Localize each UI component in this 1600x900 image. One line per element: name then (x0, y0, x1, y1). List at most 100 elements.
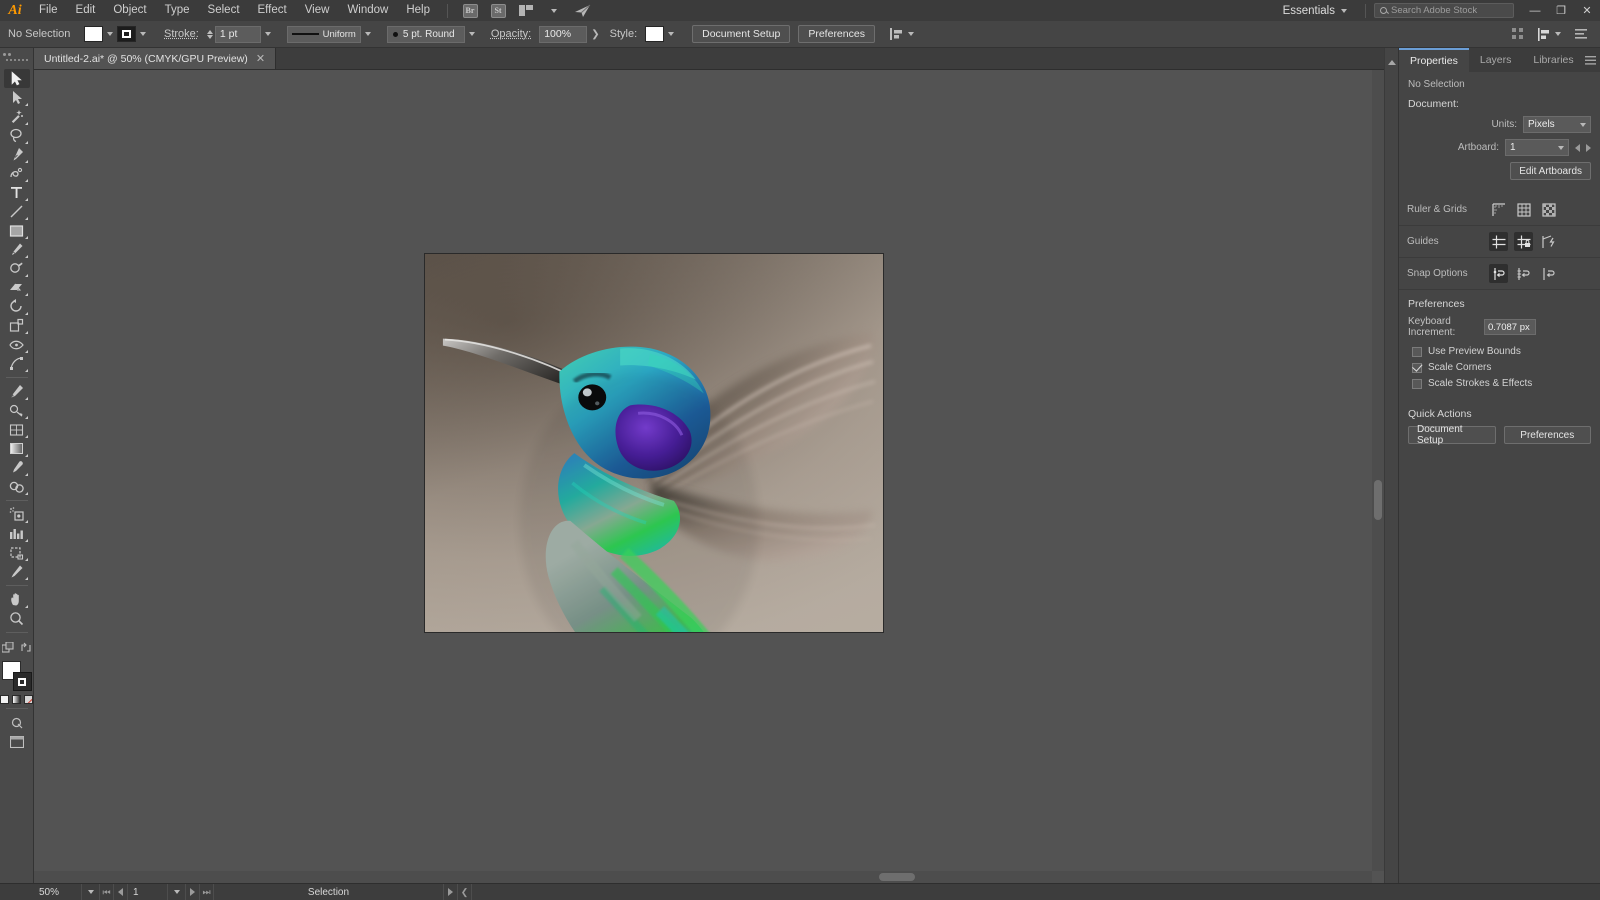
next-artboard-button[interactable] (1586, 144, 1591, 152)
smart-guides-icon[interactable] (1539, 232, 1558, 251)
eyedropper-tool[interactable] (4, 458, 30, 477)
show-guides-icon[interactable] (1489, 232, 1508, 251)
menu-type[interactable]: Type (156, 0, 199, 21)
keyboard-increment-input[interactable]: 0.7087 px (1484, 319, 1536, 335)
perspective-grid-tool[interactable] (4, 401, 30, 420)
edit-artboards-button[interactable]: Edit Artboards (1510, 162, 1591, 180)
toolbar-grip[interactable] (0, 50, 34, 59)
scale-strokes-effects-checkbox[interactable] (1412, 379, 1422, 389)
panel-menu-button[interactable] (1571, 25, 1590, 44)
show-rulers-icon[interactable] (1489, 200, 1508, 219)
horizontal-scrollbar[interactable] (34, 871, 1372, 883)
graphic-style-swatch[interactable] (645, 26, 664, 42)
pen-tool[interactable] (4, 145, 30, 164)
color-swatch-button[interactable] (0, 695, 9, 704)
align-options[interactable] (889, 27, 914, 41)
symbol-sprayer-tool[interactable] (4, 505, 30, 524)
type-tool[interactable] (4, 183, 30, 202)
brush-definition-selector[interactable]: 5 pt. Round (387, 26, 465, 43)
line-segment-tool[interactable] (4, 202, 30, 221)
menu-view[interactable]: View (296, 0, 339, 21)
menu-help[interactable]: Help (397, 0, 439, 21)
slice-tool[interactable] (4, 562, 30, 581)
scale-tool[interactable] (4, 316, 30, 335)
hand-tool[interactable] (4, 590, 30, 609)
vertical-scrollbar[interactable] (1372, 70, 1384, 871)
artboard-select[interactable]: 1 (1505, 139, 1569, 156)
edit-toolbar-button[interactable] (2, 642, 14, 657)
width-tool[interactable] (4, 335, 30, 354)
workspace-switcher[interactable]: Essentials (1273, 5, 1357, 17)
menu-edit[interactable]: Edit (67, 0, 105, 21)
snap-to-grid-icon[interactable] (1514, 264, 1533, 283)
zoom-level-field[interactable]: 50% (34, 884, 82, 900)
maximize-restore-button[interactable]: ❐ (1548, 0, 1574, 21)
stroke-weight-dropdown[interactable] (261, 26, 275, 42)
gradient-tool[interactable] (4, 439, 30, 458)
direct-selection-tool[interactable] (4, 88, 30, 107)
adobe-stock-search[interactable]: Search Adobe Stock (1374, 3, 1514, 18)
stroke-profile-selector[interactable]: Uniform (287, 26, 361, 43)
previous-artboard-button[interactable] (114, 884, 128, 900)
close-document-icon[interactable]: ✕ (256, 52, 265, 65)
close-window-button[interactable]: ✕ (1574, 0, 1600, 21)
use-preview-bounds-row[interactable]: Use Preview Bounds (1408, 346, 1591, 357)
snap-to-pixel-icon[interactable] (1539, 264, 1558, 283)
status-collapse-button[interactable]: ❮ (458, 884, 472, 900)
selection-tool[interactable] (4, 69, 30, 88)
menu-effect[interactable]: Effect (249, 0, 296, 21)
none-swatch-button[interactable] (24, 695, 33, 704)
stroke-color-swatch[interactable] (117, 26, 136, 42)
panel-options-button[interactable] (1585, 48, 1600, 72)
scale-strokes-effects-row[interactable]: Scale Strokes & Effects (1408, 378, 1591, 389)
tab-libraries[interactable]: Libraries (1522, 48, 1584, 72)
preferences-button[interactable]: Preferences (798, 25, 875, 43)
minimize-button[interactable]: — (1522, 0, 1548, 21)
zoom-level-dropdown[interactable] (82, 884, 100, 900)
snap-to-point-icon[interactable] (1489, 264, 1508, 283)
lasso-tool[interactable] (4, 126, 30, 145)
stroke-weight-stepper[interactable] (207, 30, 213, 39)
tab-layers[interactable]: Layers (1469, 48, 1523, 72)
artboard-number-dropdown[interactable] (168, 884, 186, 900)
graphic-style-dropdown[interactable] (664, 26, 678, 42)
arrange-documents-button[interactable] (515, 3, 537, 19)
tab-properties[interactable]: Properties (1399, 48, 1469, 72)
gradient-swatch-button[interactable] (12, 695, 21, 704)
vertical-scroll-thumb[interactable] (1374, 480, 1382, 520)
paintbrush-tool[interactable] (4, 240, 30, 259)
stroke-profile-dropdown[interactable] (361, 26, 375, 42)
fill-dropdown[interactable] (103, 26, 117, 42)
menu-file[interactable]: File (30, 0, 67, 21)
shaper-tool[interactable] (4, 259, 30, 278)
toolbar-handle[interactable] (5, 59, 29, 67)
arrange-dropdown[interactable] (543, 3, 565, 19)
column-graph-tool[interactable] (4, 524, 30, 543)
opacity-input[interactable]: 100% (539, 26, 587, 43)
artboard-tool[interactable] (4, 543, 30, 562)
shape-builder-tool[interactable] (4, 382, 30, 401)
stroke-weight-input[interactable]: 1 pt (215, 26, 261, 43)
brush-definition-dropdown[interactable] (465, 26, 479, 42)
stroke-dropdown[interactable] (136, 26, 150, 42)
swap-fill-stroke-button[interactable] (20, 642, 32, 657)
stroke-color-box[interactable] (13, 672, 32, 691)
first-artboard-button[interactable]: ⏮ (100, 884, 114, 900)
zoom-tool[interactable] (4, 609, 30, 628)
menu-object[interactable]: Object (104, 0, 155, 21)
rotate-tool[interactable] (4, 297, 30, 316)
blend-tool[interactable] (4, 477, 30, 496)
document-tab[interactable]: Untitled-2.ai* @ 50% (CMYK/GPU Preview) … (34, 48, 276, 69)
menu-window[interactable]: Window (338, 0, 397, 21)
lock-guides-icon[interactable] (1514, 232, 1533, 251)
document-setup-button[interactable]: Document Setup (692, 25, 790, 43)
artboard-1[interactable] (424, 253, 884, 633)
rectangle-tool[interactable] (4, 221, 30, 240)
eraser-tool[interactable] (4, 278, 30, 297)
screen-mode-button[interactable] (4, 732, 30, 751)
horizontal-scroll-thumb[interactable] (879, 873, 915, 881)
opacity-options-button[interactable]: ❯ (587, 29, 603, 40)
quick-document-setup-button[interactable]: Document Setup (1408, 426, 1496, 444)
curvature-tool[interactable] (4, 164, 30, 183)
use-preview-bounds-checkbox[interactable] (1412, 347, 1422, 357)
